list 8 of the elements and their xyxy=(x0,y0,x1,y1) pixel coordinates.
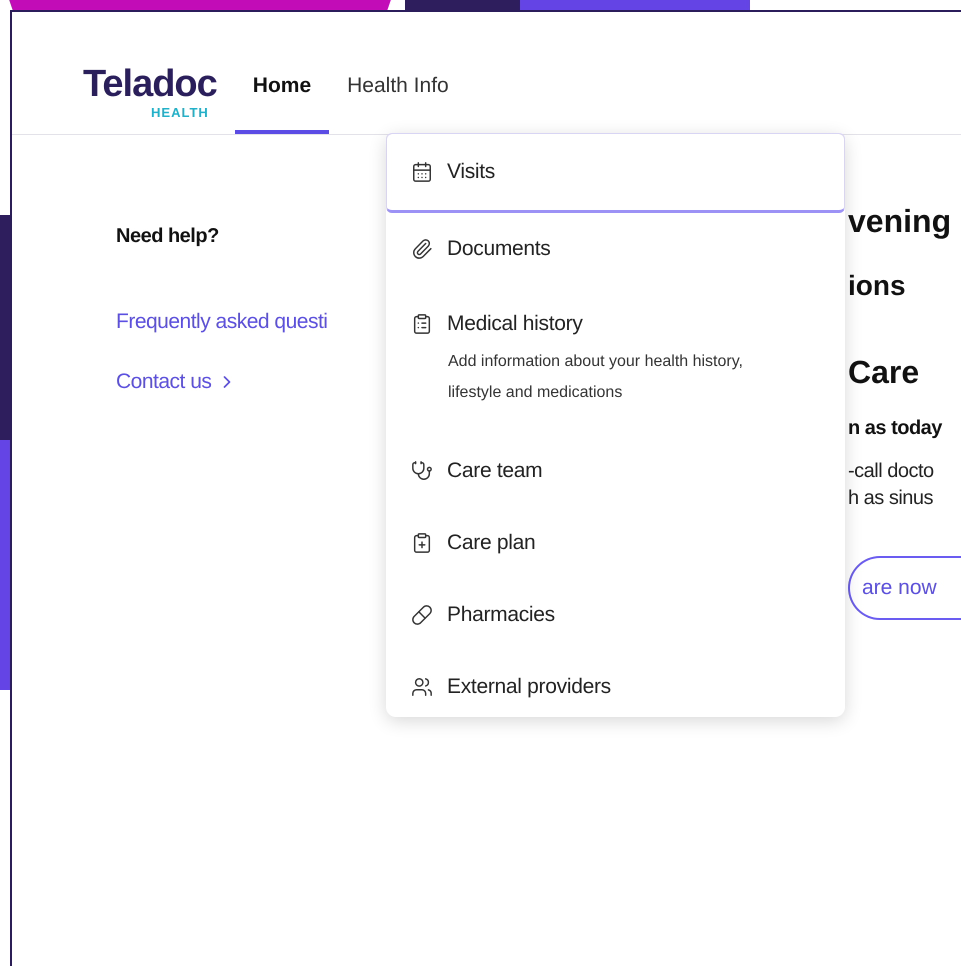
logo-name: Teladoc xyxy=(83,65,217,103)
section-heading: ions xyxy=(848,270,907,302)
logo-tagline: HEALTH xyxy=(151,105,209,120)
card-subtitle: n as today xyxy=(848,417,944,440)
card-title: Care xyxy=(848,354,920,391)
greeting-heading: vening xyxy=(848,203,952,240)
menu-item-description: Add information about your health history, lifestyle and medications xyxy=(448,352,744,403)
card-text: -call docto h as sinus xyxy=(848,459,935,511)
